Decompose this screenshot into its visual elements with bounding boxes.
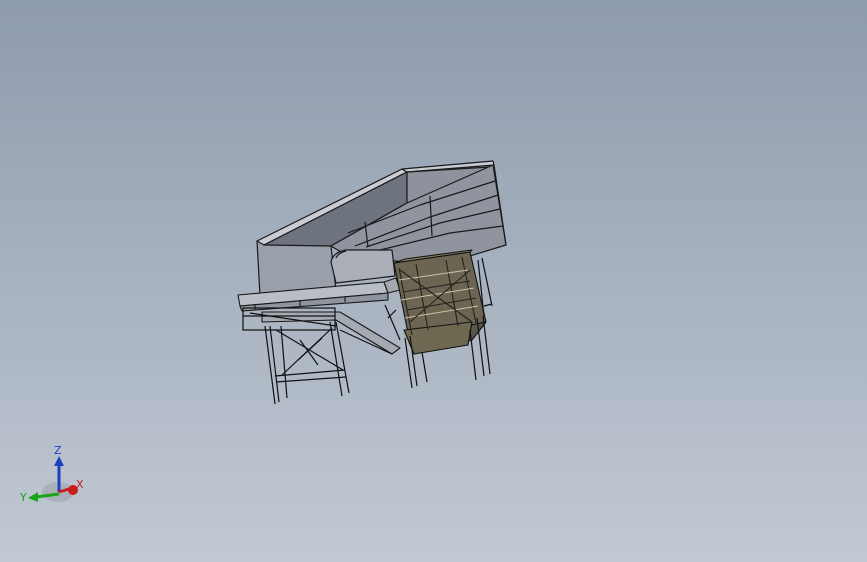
- cabinet-enclosure: [393, 249, 487, 355]
- graphics-viewport[interactable]: Z Y X: [0, 0, 867, 562]
- z-axis-label: Z: [54, 444, 62, 457]
- x-axis-label: X: [76, 478, 84, 491]
- y-axis-label: Y: [19, 491, 27, 504]
- axis-triad: Z Y X: [19, 444, 84, 504]
- cad-model[interactable]: [0, 0, 867, 562]
